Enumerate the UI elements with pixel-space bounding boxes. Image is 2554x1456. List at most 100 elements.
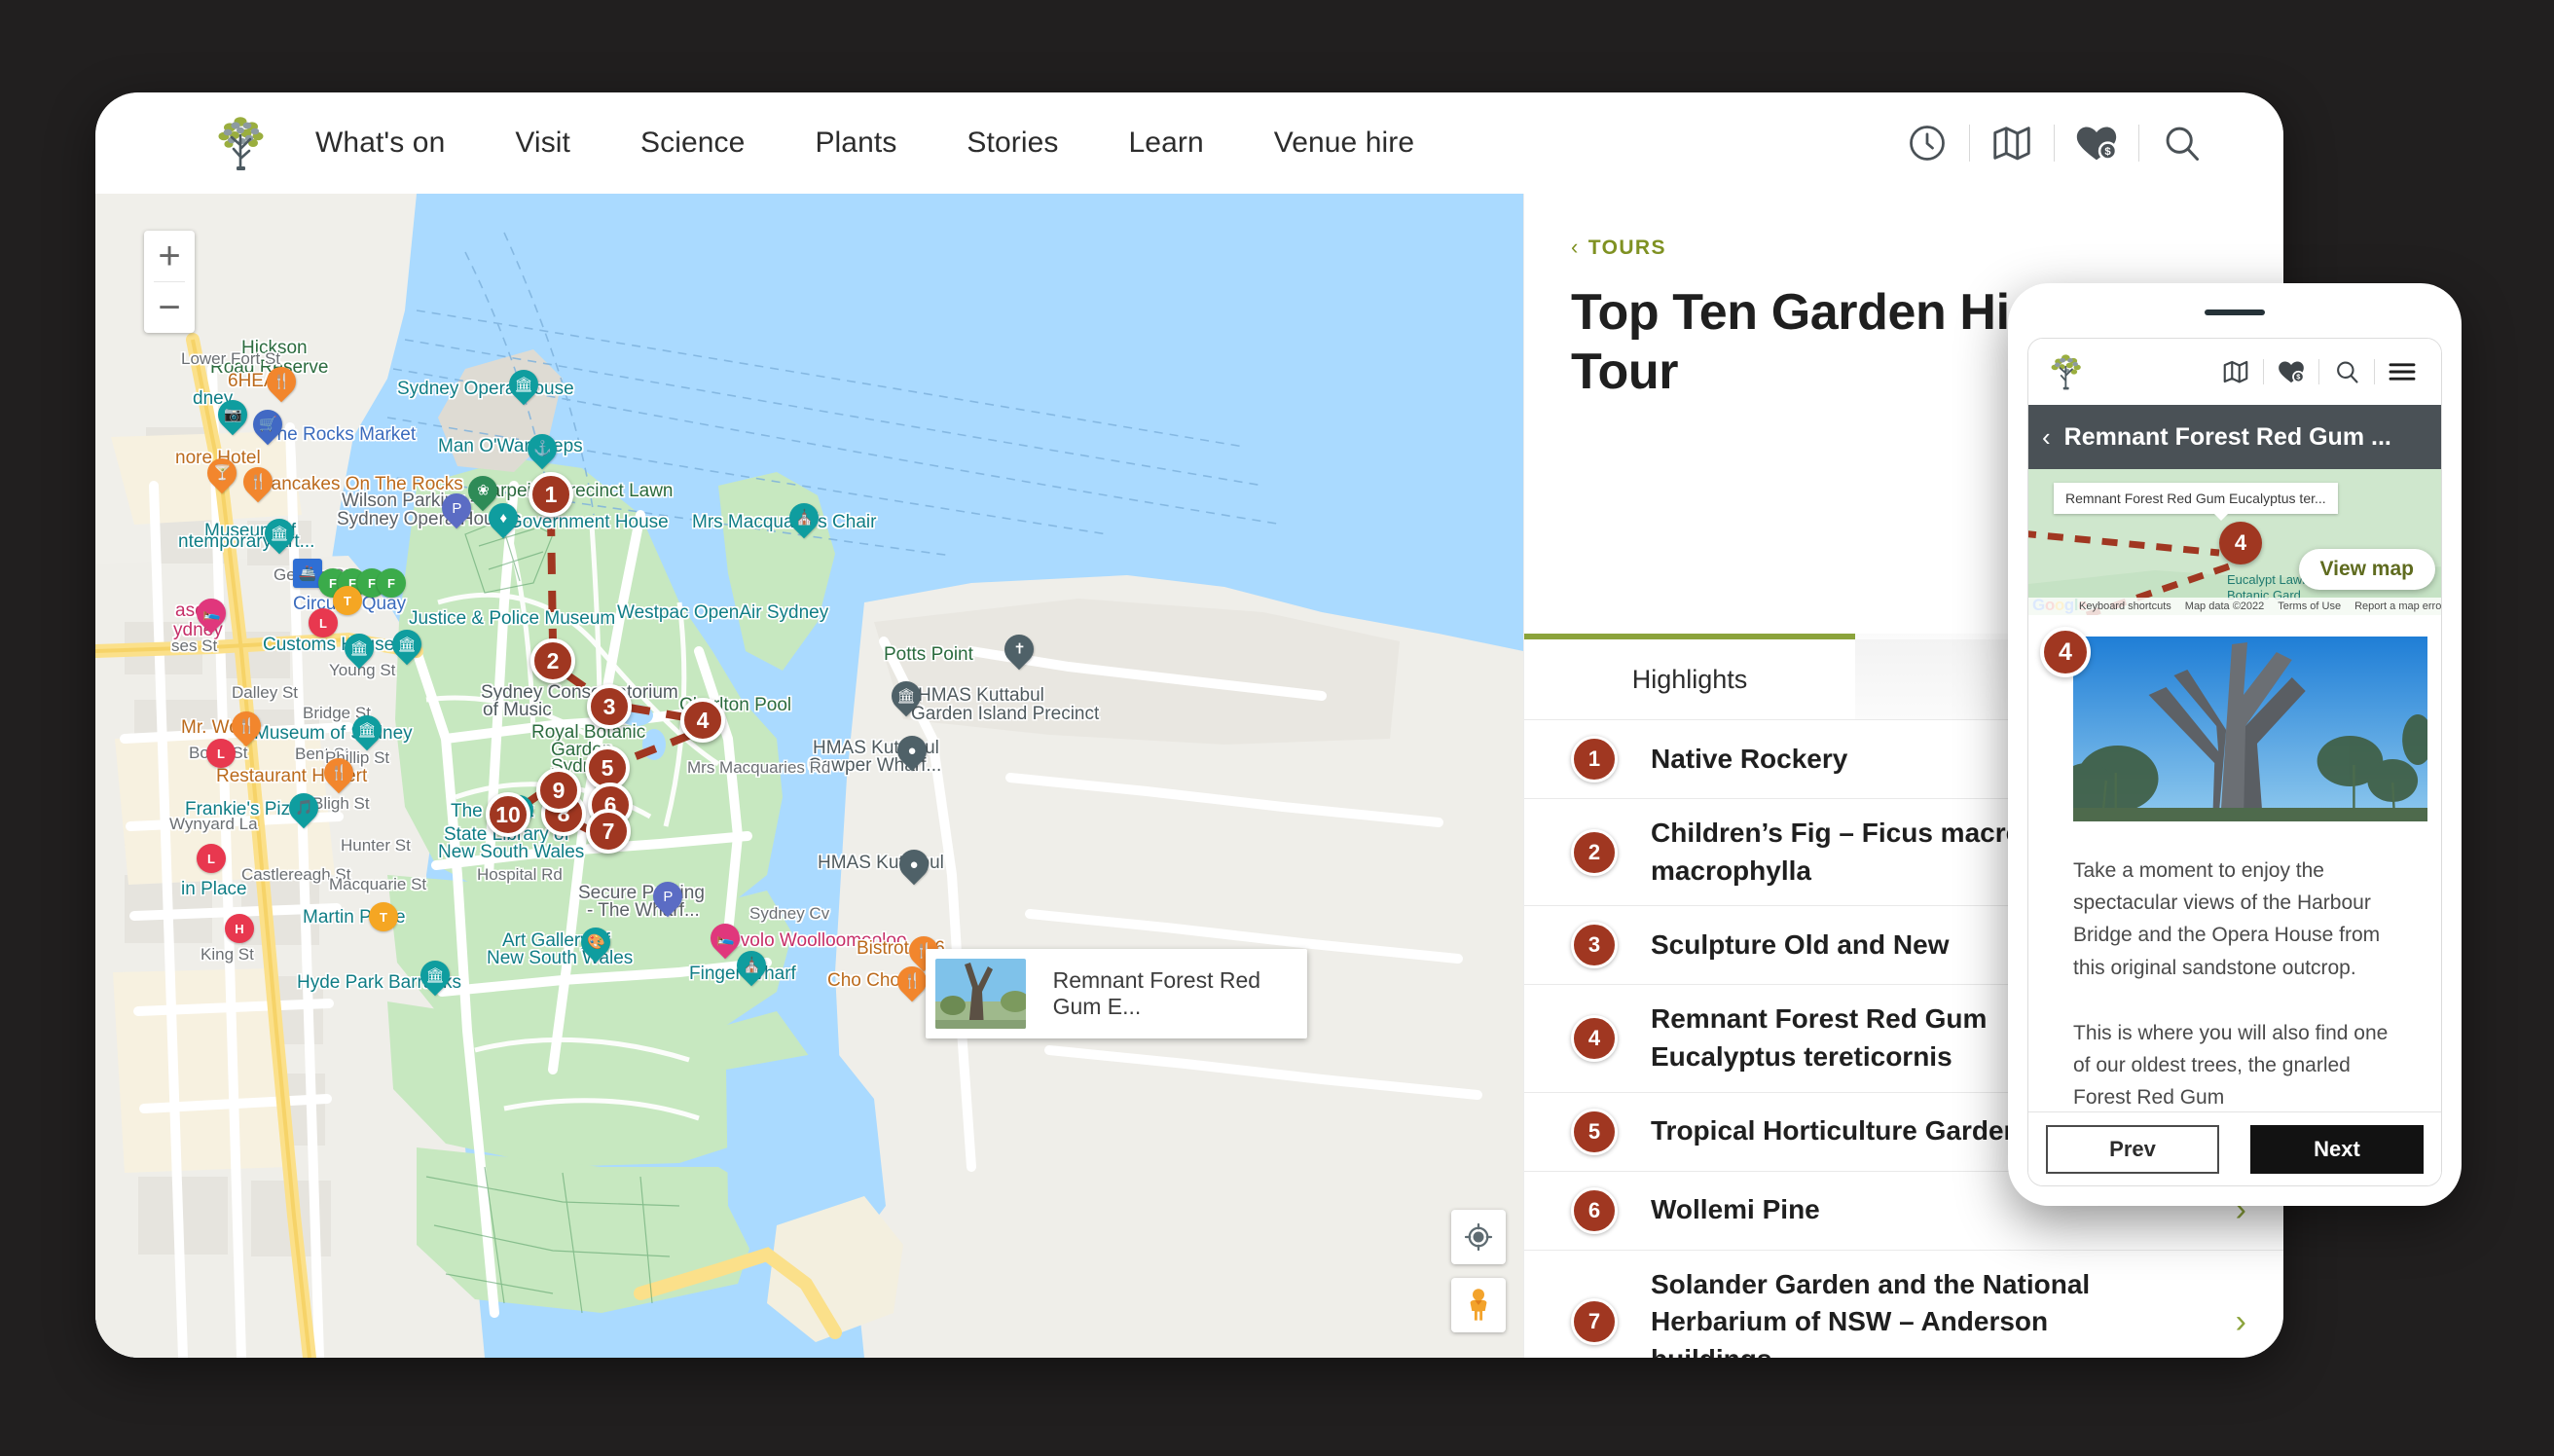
- map-label: Sydney Opera House: [397, 379, 574, 400]
- chevron-right-icon: ›: [2236, 1303, 2246, 1341]
- highlight-number: 7: [1571, 1298, 1618, 1345]
- attr-report-error[interactable]: Report a map error: [2354, 601, 2441, 612]
- tooltip-thumbnail: [935, 959, 1026, 1029]
- mobile-site-logo[interactable]: [2040, 351, 2093, 392]
- heart-dollar-icon[interactable]: $: [2264, 350, 2318, 393]
- map-label: Potts Point: [884, 644, 973, 666]
- poi-pin-restaurant-hubert[interactable]: 🍴: [324, 758, 353, 787]
- poi-pin-museum-of-sydney[interactable]: 🏛: [352, 715, 382, 745]
- poi-pin-restaurant[interactable]: 🍴: [243, 467, 273, 496]
- poi-pin-attraction[interactable]: 📷: [218, 400, 247, 429]
- mobile-nav-footer: Prev Next: [2028, 1111, 2441, 1185]
- zoom-out-button[interactable]: −: [144, 282, 195, 333]
- poi-pin-church[interactable]: ✝: [1004, 635, 1034, 664]
- stop-description-p2: This is where you will also find one of …: [2073, 1017, 2396, 1114]
- poi-pin-martin-place[interactable]: T: [369, 902, 398, 931]
- map-tour-marker-3[interactable]: 3: [587, 684, 632, 729]
- poi-pin-light-rail-3[interactable]: L: [197, 844, 226, 873]
- nav-item-whats-on[interactable]: What's on: [280, 127, 480, 160]
- tooltip-caption: Remnant Forest Red Gum E...: [1053, 967, 1307, 1020]
- poi-pin-frankies-pizza[interactable]: 🎵: [289, 793, 318, 822]
- nav-item-visit[interactable]: Visit: [480, 127, 605, 160]
- prev-button[interactable]: Prev: [2046, 1125, 2219, 1174]
- clock-icon[interactable]: [1885, 115, 1969, 171]
- search-icon[interactable]: [2139, 115, 2223, 171]
- nav-item-stories[interactable]: Stories: [931, 127, 1093, 160]
- attr-map-data: Map data ©2022: [2185, 601, 2265, 612]
- poi-pin-justice-police-museum[interactable]: 🏛: [392, 630, 421, 659]
- poi-pin-hmas-kuttabul-cowper-wharf[interactable]: ●: [897, 736, 927, 765]
- poi-pin-opera-house[interactable]: 🏛: [509, 370, 538, 399]
- nav-item-learn[interactable]: Learn: [1094, 127, 1239, 160]
- hamburger-menu-icon[interactable]: [2375, 350, 2429, 393]
- poi-pin-wharf-f4[interactable]: F: [377, 568, 406, 598]
- highlight-number: 2: [1571, 829, 1618, 876]
- mini-map-marker-4[interactable]: 4: [2219, 522, 2262, 564]
- geolocate-icon[interactable]: [1451, 1210, 1506, 1264]
- heart-dollar-icon[interactable]: $: [2055, 115, 2138, 171]
- poi-pin-mrs-macquaries-chair[interactable]: ⛪: [789, 503, 819, 532]
- stop-photo: [2073, 637, 2427, 821]
- map-info-tooltip[interactable]: Remnant Forest Red Gum E...: [926, 949, 1307, 1038]
- nav-item-plants[interactable]: Plants: [780, 127, 931, 160]
- mobile-screen: $: [2027, 338, 2442, 1186]
- map-attribution-bar: Keyboard shortcuts Map data ©2022 Terms …: [2028, 598, 2441, 615]
- map-label: Museum of Sydney: [254, 723, 413, 745]
- mobile-mini-map[interactable]: Remnant Forest Red Gum Eucalyptus ter...…: [2028, 469, 2441, 615]
- poi-pin-hotel[interactable]: 🛌: [197, 599, 226, 628]
- site-logo[interactable]: [95, 112, 280, 174]
- poi-pin-finger-wharf[interactable]: ⛪: [737, 951, 766, 980]
- map-icon[interactable]: [2208, 350, 2263, 393]
- poi-pin-cho-cho-san[interactable]: 🍴: [897, 966, 927, 996]
- zoom-in-button[interactable]: +: [144, 231, 195, 281]
- breadcrumb-label: TOURS: [1588, 237, 1666, 259]
- poi-pin-art-gallery-nsw[interactable]: 🎨: [581, 928, 610, 957]
- poi-pin-hmas-kuttabul[interactable]: ●: [899, 850, 929, 879]
- search-icon[interactable]: [2319, 350, 2374, 393]
- back-chevron-icon[interactable]: ‹: [2042, 422, 2051, 453]
- header-icon-group: $: [1885, 92, 2223, 194]
- poi-pin-park[interactable]: ❀: [468, 476, 497, 505]
- highlight-label: Solander Garden and the National Herbari…: [1651, 1266, 2196, 1359]
- map-tour-marker-2[interactable]: 2: [530, 638, 575, 683]
- next-button[interactable]: Next: [2250, 1125, 2424, 1174]
- nav-item-science[interactable]: Science: [605, 127, 780, 160]
- poi-pin-hmas-kuttabul-garden-island[interactable]: 🏛: [892, 681, 921, 710]
- poi-pin-ovolo-hotel[interactable]: 🛌: [711, 924, 740, 953]
- map-canvas[interactable]: + − 🍴 📷 🛒 🍸 🍴 🏛 ⚓ ❀ ♦: [95, 194, 1523, 1358]
- poi-pin-bar[interactable]: 🍸: [207, 458, 237, 488]
- poi-pin-light-rail-2[interactable]: L: [206, 739, 236, 768]
- view-map-button[interactable]: View map: [2299, 549, 2436, 590]
- poi-pin-mca[interactable]: 🏛: [265, 519, 294, 548]
- map-tour-marker-10[interactable]: 10: [486, 792, 530, 837]
- breadcrumb[interactable]: ‹ TOURS: [1571, 235, 2283, 260]
- pegman-icon[interactable]: [1451, 1278, 1506, 1332]
- poi-pin-restaurant[interactable]: 🍴: [267, 367, 296, 396]
- chevron-left-icon: ‹: [1571, 235, 1580, 259]
- tab-highlights[interactable]: Highlights: [1524, 634, 1855, 720]
- poi-pin-secure-parking[interactable]: P: [653, 882, 682, 911]
- map-label: Bligh St: [312, 794, 370, 814]
- mini-map-tooltip: Remnant Forest Red Gum Eucalyptus ter...: [2054, 483, 2338, 514]
- attr-keyboard-shortcuts[interactable]: Keyboard shortcuts: [2079, 601, 2171, 612]
- poi-pin-parking[interactable]: P: [442, 493, 471, 523]
- poi-pin-customs-house[interactable]: 🏛: [345, 634, 374, 663]
- map-label: Lower Fort St: [181, 349, 280, 369]
- poi-pin-mr-wong[interactable]: 🍴: [232, 711, 261, 741]
- map-tour-marker-9[interactable]: 9: [536, 768, 581, 813]
- poi-pin-government-house[interactable]: ♦: [489, 503, 518, 532]
- map-tour-marker-1[interactable]: 1: [529, 472, 573, 517]
- poi-pin-steps[interactable]: ⚓: [528, 434, 557, 463]
- poi-pin-hyde-park-barracks[interactable]: 🏛: [420, 961, 450, 990]
- poi-pin-hospital[interactable]: H: [225, 914, 254, 943]
- map-tour-marker-4[interactable]: 4: [680, 698, 725, 743]
- map-icon[interactable]: [1970, 115, 2054, 171]
- attr-terms-of-use[interactable]: Terms of Use: [2278, 601, 2341, 612]
- nav-item-venue-hire[interactable]: Venue hire: [1239, 127, 1449, 160]
- map-tour-marker-7[interactable]: 7: [586, 809, 631, 854]
- site-header: What's on Visit Science Plants Stories L…: [95, 92, 2283, 194]
- highlight-row[interactable]: 7 Solander Garden and the National Herbar…: [1524, 1250, 2283, 1359]
- poi-pin-light-rail[interactable]: L: [309, 608, 338, 637]
- map-label: New South Wales: [438, 842, 584, 863]
- poi-pin-shopping[interactable]: 🛒: [253, 410, 282, 439]
